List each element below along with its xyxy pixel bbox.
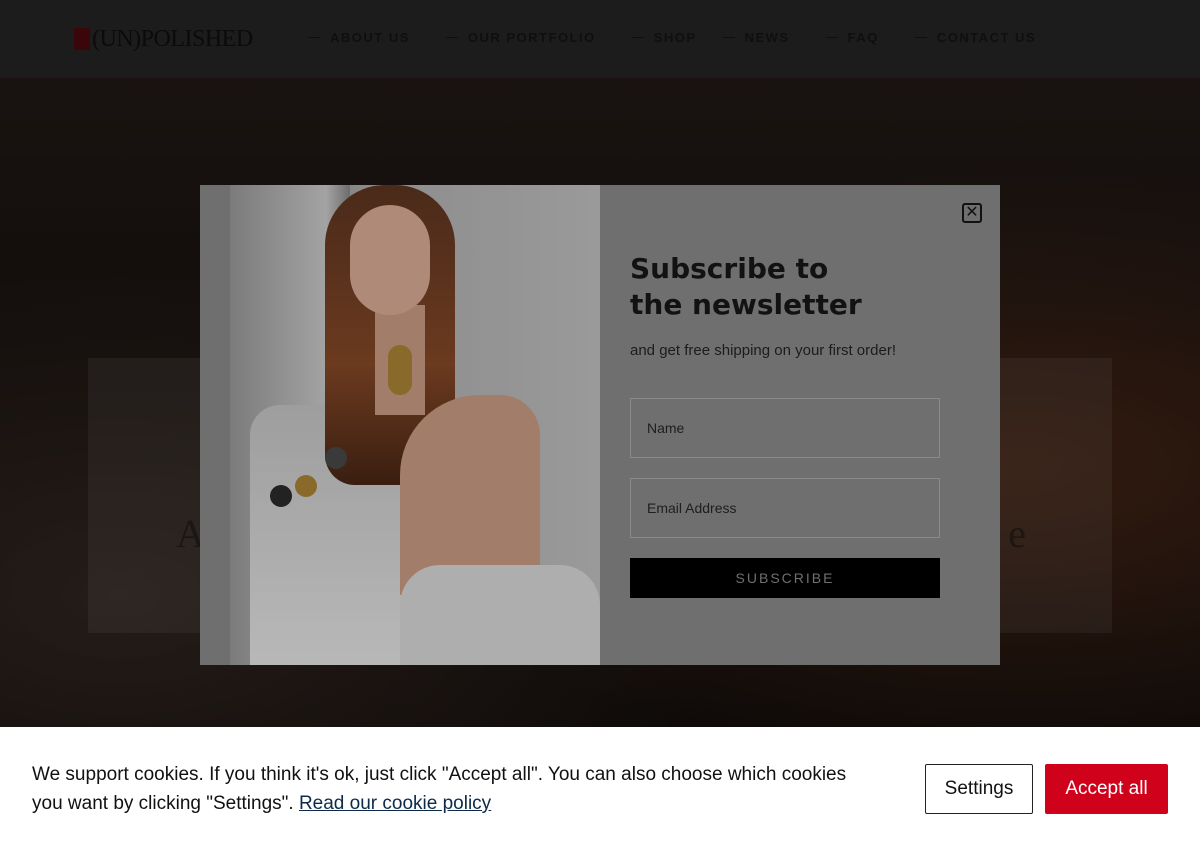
model-photo [230,185,600,665]
cookie-settings-button[interactable]: Settings [925,764,1033,814]
photo-pendant [270,485,292,507]
newsletter-title: Subscribe to the newsletter [630,251,960,323]
cookie-bar: We support cookies. If you think it's ok… [0,727,1200,850]
newsletter-title-line2: the newsletter [630,288,862,321]
name-field[interactable] [630,398,940,458]
subscribe-button[interactable]: SUBSCRIBE [630,558,940,598]
photo-sleeve [400,565,600,665]
cookie-message: We support cookies. If you think it's ok… [32,760,852,818]
newsletter-modal: ✕ Subscribe to the newsletter and get fr… [200,185,1000,665]
email-field[interactable] [630,478,940,538]
accept-all-button[interactable]: Accept all [1045,764,1168,814]
photo-pendant [295,475,317,497]
cookie-policy-link[interactable]: Read our cookie policy [299,793,491,814]
photo-earring [388,345,412,395]
close-icon[interactable]: ✕ [962,203,982,223]
photo-face [350,205,430,315]
newsletter-subtitle: and get free shipping on your first orde… [630,342,896,359]
newsletter-title-line1: Subscribe to [630,252,829,285]
photo-pendant [325,447,347,469]
